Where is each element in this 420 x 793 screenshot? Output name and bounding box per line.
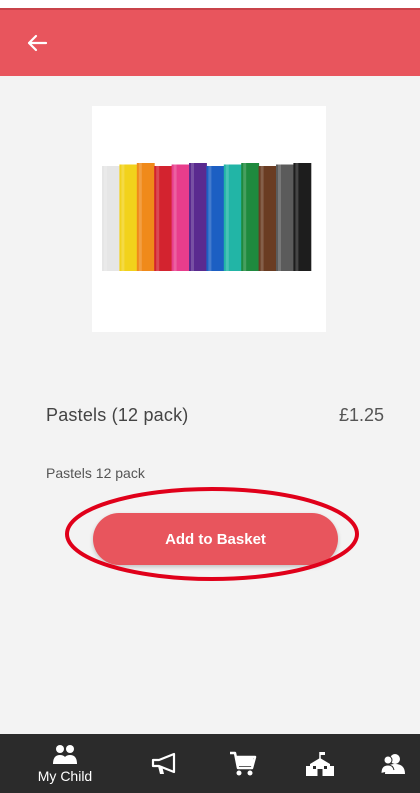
pastel-highlight (173, 164, 177, 271)
contacts-icon (380, 753, 405, 774)
product-description: Pastels 12 pack (46, 465, 145, 481)
nav-announcements[interactable] (140, 734, 190, 793)
pastel-highlight (225, 164, 229, 271)
status-bar-area (0, 0, 420, 8)
pastel-highlight (104, 166, 107, 271)
nav-basket[interactable] (218, 734, 268, 793)
pastel-highlight (156, 166, 160, 271)
pastel-highlight (208, 166, 212, 271)
product-price: £1.25 (338, 405, 384, 425)
nav-contacts[interactable] (370, 734, 416, 793)
app-header (0, 8, 420, 76)
pastel-highlight (278, 164, 281, 271)
cart-icon (230, 751, 257, 775)
product-detail: Pastels (12 pack) £1.25 Pastels 12 pack … (0, 76, 420, 734)
pastel-highlight (191, 163, 194, 271)
pastel-highlight (121, 164, 125, 271)
product-title: Pastels (12 pack) (46, 405, 189, 425)
megaphone-icon (151, 752, 176, 774)
pastel-highlight (243, 163, 247, 271)
my-child-icon (53, 744, 77, 764)
nav-my-child[interactable]: My Child (30, 734, 100, 793)
nav-school[interactable] (295, 734, 345, 793)
arrow-left-icon (27, 34, 48, 52)
product-image (92, 106, 326, 332)
school-icon (306, 751, 334, 776)
add-to-basket-button[interactable]: Add to Basket (93, 513, 338, 565)
pastel-highlight (138, 163, 142, 271)
nav-label-my-child: My Child (37, 767, 93, 784)
pastel-highlight (295, 163, 299, 271)
pastels-image (102, 163, 312, 271)
pastel-highlight (260, 166, 264, 271)
bottom-navigation: My Child (0, 734, 420, 793)
back-button[interactable] (22, 28, 52, 58)
